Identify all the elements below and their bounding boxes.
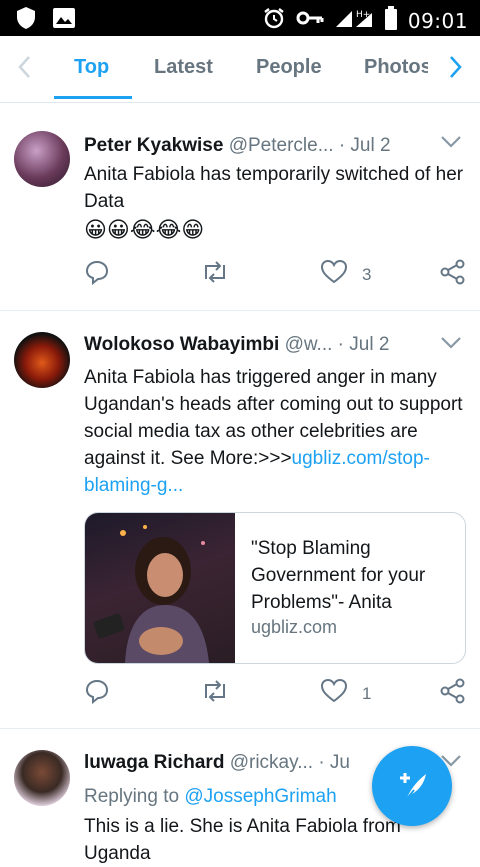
search-tabs: Top Latest People Photos: [0, 36, 480, 103]
author-name[interactable]: Wolokoso Wabayimbi: [84, 334, 279, 355]
tweet-header: Wolokoso Wabayimbi @w... · Jul 2: [84, 334, 389, 356]
heart-icon: [320, 259, 348, 290]
like-button[interactable]: 3: [320, 259, 371, 290]
tweet[interactable]: Wolokoso Wabayimbi @w... · Jul 2 Anita F…: [0, 314, 480, 729]
battery-icon: [384, 6, 398, 36]
author-handle[interactable]: @w...: [285, 334, 333, 355]
alarm-icon: [262, 6, 286, 36]
tab-top[interactable]: Top: [74, 56, 109, 79]
signal-icon: H+: [334, 7, 374, 35]
chevron-down-icon[interactable]: [440, 135, 462, 154]
reply-mention[interactable]: @JossephGrimah: [184, 786, 336, 807]
tweet-header: Peter Kyakwise @Petercle... · Jul 2: [84, 135, 391, 157]
tab-latest[interactable]: Latest: [154, 56, 213, 79]
author-name[interactable]: luwaga Richard: [84, 752, 224, 773]
link-card[interactable]: "Stop Blaming Government for your Proble…: [84, 512, 466, 664]
author-handle[interactable]: @Petercle...: [229, 135, 334, 156]
like-count: 3: [362, 264, 372, 284]
clock: 09:01: [407, 9, 468, 33]
share-icon[interactable]: [440, 678, 466, 704]
card-title: "Stop Blaming Government for your Proble…: [251, 538, 426, 613]
feather-plus-icon: [392, 766, 432, 811]
retweet-icon[interactable]: [200, 678, 230, 704]
tweet-header: luwaga Richard @rickay... · Ju: [84, 752, 350, 774]
tweet-text: Anita Fabiola has temporarily switched o…: [84, 164, 464, 212]
avatar[interactable]: [14, 750, 70, 806]
reply-icon[interactable]: [84, 259, 110, 285]
tweet-date: · Ju: [318, 752, 351, 773]
chevron-right-icon[interactable]: [444, 54, 466, 85]
tweet-actions: 3: [84, 259, 466, 290]
gallery-icon: [52, 7, 76, 34]
author-name[interactable]: Peter Kyakwise: [84, 135, 223, 156]
heart-icon: [320, 678, 348, 709]
reply-icon[interactable]: [84, 678, 110, 704]
like-button[interactable]: 1: [320, 678, 371, 709]
tweet-text: Anita Fabiola has triggered anger in man…: [84, 364, 464, 499]
retweet-icon[interactable]: [200, 259, 230, 285]
chevron-down-icon[interactable]: [440, 336, 462, 355]
active-tab-indicator: [54, 96, 132, 99]
avatar[interactable]: [14, 332, 70, 388]
tweet[interactable]: Peter Kyakwise @Petercle... · Jul 2 Anit…: [0, 115, 480, 311]
tab-photos[interactable]: Photos: [364, 56, 428, 79]
tab-people[interactable]: People: [256, 56, 322, 79]
author-handle[interactable]: @rickay...: [230, 752, 313, 773]
card-domain: ugbliz.com: [251, 617, 338, 637]
tweet-date: · Jul 2: [337, 334, 390, 355]
share-icon[interactable]: [440, 259, 466, 285]
tweet-date: · Jul 2: [338, 135, 391, 156]
card-thumbnail: [85, 513, 235, 663]
tweet-actions: 1: [84, 678, 466, 709]
compose-tweet-button[interactable]: [372, 746, 452, 826]
status-bar: H+ 09:01: [0, 0, 480, 36]
tweet-emoji: 😀😀😂😂😁: [84, 217, 205, 242]
key-icon: [296, 8, 324, 34]
avatar[interactable]: [14, 131, 70, 187]
reply-prefix: Replying to: [84, 786, 180, 807]
like-count: 1: [362, 683, 372, 703]
shield-icon: [14, 6, 38, 35]
chevron-left-icon[interactable]: [14, 54, 36, 85]
